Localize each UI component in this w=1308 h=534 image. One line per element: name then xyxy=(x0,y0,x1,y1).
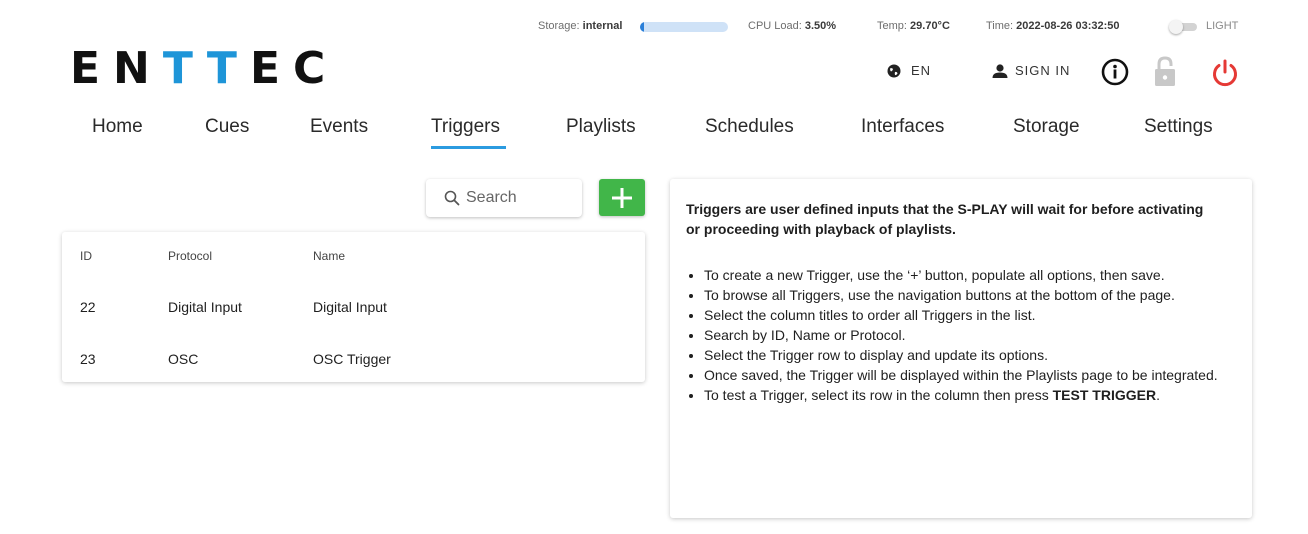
sign-in-button[interactable]: SIGN IN xyxy=(991,63,1070,78)
help-item: To test a Trigger, select its row in the… xyxy=(704,386,1249,405)
help-item: To create a new Trigger, use the ‘+’ but… xyxy=(704,266,1249,285)
nav-triggers[interactable]: Triggers xyxy=(431,116,500,138)
temp-status: Temp: 29.70°C xyxy=(877,20,950,32)
cpu-label: CPU Load: xyxy=(748,20,802,32)
test-trigger-label: TEST TRIGGER xyxy=(1052,387,1157,403)
theme-label: LIGHT xyxy=(1206,20,1239,32)
storage-status: Storage: internal xyxy=(538,20,622,32)
theme-toggle-thumb xyxy=(1169,20,1183,34)
nav-home[interactable]: Home xyxy=(92,116,143,138)
nav-interfaces[interactable]: Interfaces xyxy=(861,116,944,138)
cell-protocol: Digital Input xyxy=(168,299,242,315)
cell-name: Digital Input xyxy=(313,299,387,315)
nav-cues[interactable]: Cues xyxy=(205,116,249,138)
theme-toggle[interactable] xyxy=(1169,20,1197,34)
time-value: 2022-08-26 03:32:50 xyxy=(1016,20,1120,32)
nav-storage[interactable]: Storage xyxy=(1013,116,1080,138)
help-item: To browse all Triggers, use the navigati… xyxy=(704,286,1249,305)
cell-protocol: OSC xyxy=(168,351,199,367)
time-status: Time: 2022-08-26 03:32:50 xyxy=(986,20,1120,32)
language-label: EN xyxy=(911,63,932,78)
search-input[interactable]: Search xyxy=(466,189,517,207)
plus-icon xyxy=(612,187,632,208)
search-box[interactable]: Search xyxy=(426,179,582,217)
info-button[interactable] xyxy=(1101,58,1129,91)
help-item: Select the column titles to order all Tr… xyxy=(704,306,1249,325)
temp-value: 29.70°C xyxy=(910,20,950,32)
search-icon xyxy=(444,190,460,206)
power-button[interactable] xyxy=(1210,58,1240,93)
nav-schedules[interactable]: Schedules xyxy=(705,116,794,138)
help-item-period: . xyxy=(1156,387,1160,403)
nav-events[interactable]: Events xyxy=(310,116,368,138)
help-item: Select the Trigger row to display and up… xyxy=(704,346,1249,365)
sign-in-label: SIGN IN xyxy=(1015,63,1071,78)
cell-id: 23 xyxy=(80,351,96,367)
cpu-status: CPU Load: 3.50% xyxy=(748,20,836,32)
logo-part-2: TT xyxy=(162,43,250,94)
cell-id: 22 xyxy=(80,299,96,315)
storage-value: internal xyxy=(582,20,623,32)
column-header-name[interactable]: Name xyxy=(313,249,345,263)
column-header-id[interactable]: ID xyxy=(80,249,92,263)
help-title: Triggers are user defined inputs that th… xyxy=(686,201,1204,237)
table-row[interactable]: 23 OSC OSC Trigger xyxy=(62,334,645,384)
logo-part-1: EN xyxy=(70,43,163,94)
table-row[interactable]: 22 Digital Input Digital Input xyxy=(62,282,645,332)
active-tab-indicator xyxy=(431,146,506,149)
storage-progress-bar xyxy=(640,22,728,32)
time-label: Time: xyxy=(986,20,1014,32)
triggers-table: ID Protocol Name 22 Digital Input Digita… xyxy=(62,232,645,382)
storage-label: Storage: xyxy=(538,20,580,32)
help-panel: Triggers are user defined inputs that th… xyxy=(670,179,1252,518)
help-item: Once saved, the Trigger will be displaye… xyxy=(704,366,1249,385)
power-icon xyxy=(1213,59,1237,87)
add-trigger-button[interactable] xyxy=(599,179,645,216)
logo-part-3: EC xyxy=(249,43,339,94)
storage-progress-fill xyxy=(640,22,644,32)
lock-icon xyxy=(1155,56,1175,86)
lock-button[interactable] xyxy=(1153,55,1177,92)
help-item: Search by ID, Name or Protocol. xyxy=(704,326,1249,345)
help-list: To create a new Trigger, use the ‘+’ but… xyxy=(686,266,1249,406)
cpu-value: 3.50% xyxy=(804,20,837,32)
globe-icon xyxy=(887,64,901,77)
nav-playlists[interactable]: Playlists xyxy=(566,116,636,138)
language-selector[interactable]: EN xyxy=(887,63,931,78)
enttec-logo: ENTTEC xyxy=(70,42,338,96)
temp-label: Temp: xyxy=(877,20,907,32)
cell-name: OSC Trigger xyxy=(313,351,391,367)
user-icon xyxy=(992,63,1008,78)
info-icon xyxy=(1101,58,1129,86)
column-header-protocol[interactable]: Protocol xyxy=(168,249,212,263)
help-item-text: To test a Trigger, select its row in the… xyxy=(704,387,1049,403)
nav-settings[interactable]: Settings xyxy=(1144,116,1213,138)
